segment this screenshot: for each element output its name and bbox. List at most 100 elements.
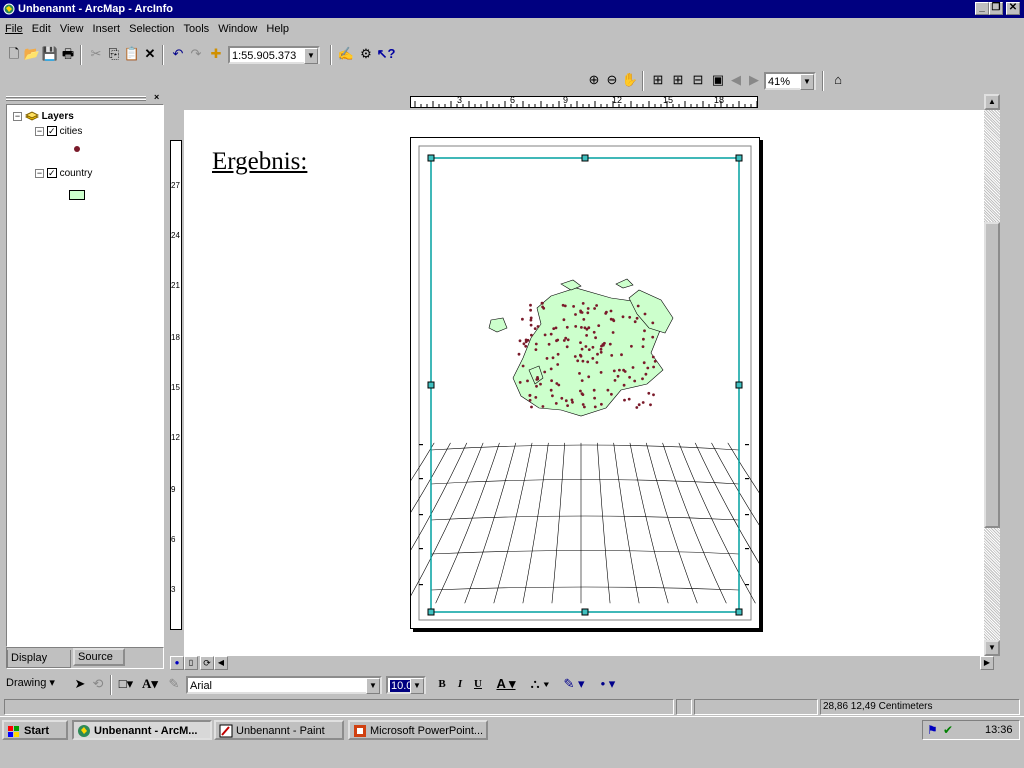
undo-icon[interactable]: ↶ bbox=[168, 44, 188, 64]
menu-help[interactable]: Help bbox=[263, 18, 292, 40]
fixed-zoom-out-icon[interactable]: ⊟ bbox=[688, 70, 708, 90]
minimize-button[interactable]: _ bbox=[975, 2, 989, 15]
menu-tools[interactable]: Tools bbox=[180, 18, 212, 40]
print-icon[interactable]: 🖶 bbox=[58, 44, 78, 64]
tab-display[interactable]: Display bbox=[7, 650, 71, 668]
selection-handle[interactable] bbox=[427, 608, 435, 616]
layout-view[interactable]: Ergebnis: bbox=[184, 110, 984, 656]
graticule-edge-label bbox=[543, 616, 553, 617]
add-data-icon[interactable]: ✚ bbox=[206, 44, 226, 64]
city-point bbox=[587, 375, 591, 379]
back-extent-icon[interactable]: ◀ bbox=[726, 70, 746, 90]
collapse-icon[interactable]: − bbox=[13, 112, 22, 121]
horizontal-scrollbar-track[interactable] bbox=[228, 656, 980, 670]
menu-file[interactable]: File bbox=[2, 18, 26, 40]
data-view-button[interactable]: ● bbox=[170, 656, 184, 670]
copy-icon[interactable]: ⎘ bbox=[104, 44, 124, 64]
tab-source[interactable]: Source bbox=[73, 648, 125, 666]
vertical-scrollbar[interactable]: ▲ ▼ bbox=[984, 94, 1000, 656]
scroll-right-button[interactable]: ▶ bbox=[980, 656, 994, 670]
rotate-icon[interactable]: ⟲ bbox=[88, 674, 108, 694]
new-document-icon[interactable]: 🗋 bbox=[4, 44, 24, 64]
scroll-thumb[interactable] bbox=[984, 222, 1000, 528]
new-text-icon[interactable]: A▾ bbox=[140, 674, 160, 694]
layout-heading[interactable]: Ergebnis: bbox=[212, 148, 307, 176]
arctoolbox-icon[interactable]: ⚙ bbox=[356, 44, 376, 64]
chevron-down-icon[interactable]: ▼ bbox=[800, 74, 814, 90]
cut-icon[interactable]: ✂ bbox=[86, 44, 106, 64]
edit-vertices-icon[interactable]: ✎ bbox=[164, 674, 184, 694]
chevron-down-icon[interactable]: ▼ bbox=[410, 678, 424, 694]
font-name-combo[interactable]: Arial ▼ bbox=[186, 676, 382, 694]
start-button[interactable]: Start bbox=[2, 720, 68, 740]
data-frame-map[interactable] bbox=[411, 138, 759, 628]
marker-color-icon[interactable]: • ▾ bbox=[594, 674, 622, 694]
whats-this-help-icon[interactable]: ↖? bbox=[376, 44, 396, 64]
selection-handle[interactable] bbox=[735, 381, 743, 389]
map-scale-combo[interactable]: 1:55.905.373 ▼ bbox=[228, 46, 320, 64]
close-button[interactable]: ✕ bbox=[1006, 2, 1020, 15]
menu-edit[interactable]: Edit bbox=[29, 18, 54, 40]
tray-icon[interactable]: ✔ bbox=[943, 723, 953, 737]
restore-button[interactable]: ❐ bbox=[989, 2, 1003, 15]
scroll-down-button[interactable]: ▼ bbox=[984, 640, 1000, 656]
layer-country[interactable]: − ✓ country bbox=[35, 168, 92, 179]
zoom-out-layout-icon[interactable]: ⊖ bbox=[602, 70, 622, 90]
taskbar-item-powerpoint[interactable]: Microsoft PowerPoint... bbox=[348, 720, 488, 740]
ruler-label: 3 bbox=[457, 95, 463, 105]
scroll-left-button[interactable]: ◀ bbox=[214, 656, 228, 670]
layer-visibility-checkbox[interactable]: ✓ bbox=[46, 126, 57, 136]
menu-view[interactable]: View bbox=[57, 18, 87, 40]
selection-handle[interactable] bbox=[735, 608, 743, 616]
chevron-down-icon[interactable]: ▼ bbox=[366, 678, 380, 694]
selection-handle[interactable] bbox=[581, 608, 589, 616]
layer-visibility-checkbox[interactable]: ✓ bbox=[46, 168, 57, 178]
font-color-icon[interactable]: A ▾ bbox=[492, 674, 520, 694]
menu-selection[interactable]: Selection bbox=[126, 18, 177, 40]
underline-button[interactable]: U bbox=[468, 674, 488, 694]
toc-root[interactable]: − Layers bbox=[13, 111, 74, 122]
menu-window[interactable]: Window bbox=[215, 18, 260, 40]
select-elements-icon[interactable]: ➤ bbox=[70, 674, 90, 694]
new-rectangle-icon[interactable]: □▾ bbox=[116, 674, 136, 694]
save-icon[interactable]: 💾 bbox=[40, 44, 60, 64]
drawing-menu[interactable]: Drawing ▾ bbox=[6, 676, 55, 689]
open-folder-icon[interactable]: 📂 bbox=[22, 44, 42, 64]
layer-cities[interactable]: − ✓ cities bbox=[35, 126, 82, 137]
redo-icon[interactable]: ↷ bbox=[186, 44, 206, 64]
paste-icon[interactable]: 📋 bbox=[122, 44, 142, 64]
collapse-icon[interactable]: − bbox=[35, 169, 44, 178]
collapse-icon[interactable]: − bbox=[35, 127, 44, 136]
chevron-down-icon[interactable]: ▼ bbox=[304, 48, 318, 64]
close-icon[interactable]: × bbox=[154, 92, 159, 102]
taskbar-item-paint[interactable]: Unbenannt - Paint bbox=[214, 720, 344, 740]
toggle-draft-mode-icon[interactable]: ⌂ bbox=[828, 70, 848, 90]
zoom-100-icon[interactable]: ▣ bbox=[708, 70, 728, 90]
fill-color-icon[interactable]: ⛬ ▾ bbox=[526, 674, 554, 694]
forward-extent-icon[interactable]: ▶ bbox=[744, 70, 764, 90]
menu-insert[interactable]: Insert bbox=[90, 18, 124, 40]
fixed-zoom-in-icon[interactable]: ⊞ bbox=[668, 70, 688, 90]
zoom-percent-combo[interactable]: 41% ▼ bbox=[764, 72, 816, 90]
city-point bbox=[621, 315, 625, 319]
pan-layout-icon[interactable]: ✋ bbox=[620, 70, 640, 90]
bold-button[interactable]: B bbox=[432, 674, 452, 694]
tray-icon[interactable]: ⚑ bbox=[927, 723, 938, 737]
taskbar-item-arcmap[interactable]: Unbenannt - ArcM... bbox=[72, 720, 212, 740]
line-color-icon[interactable]: ✎ ▾ bbox=[560, 674, 588, 694]
italic-button[interactable]: I bbox=[450, 674, 470, 694]
editor-toolbar-icon[interactable]: ✍ bbox=[336, 44, 356, 64]
selection-handle[interactable] bbox=[427, 154, 435, 162]
toc-titlebar[interactable]: × bbox=[4, 92, 166, 102]
zoom-in-layout-icon[interactable]: ⊕ bbox=[584, 70, 604, 90]
title-bar[interactable]: Unbenannt - ArcMap - ArcInfo _ ❐ ✕ bbox=[0, 0, 1024, 18]
refresh-view-button[interactable]: ⟳ bbox=[200, 656, 214, 670]
selection-handle[interactable] bbox=[581, 154, 589, 162]
zoom-whole-page-icon[interactable]: ⊞ bbox=[648, 70, 668, 90]
font-size-combo[interactable]: 10.0 ▼ bbox=[386, 676, 426, 694]
delete-icon[interactable]: ✕ bbox=[140, 44, 160, 64]
layout-view-button[interactable]: ▯ bbox=[184, 656, 198, 670]
scroll-up-button[interactable]: ▲ bbox=[984, 94, 1000, 110]
selection-handle[interactable] bbox=[427, 381, 435, 389]
selection-handle[interactable] bbox=[735, 154, 743, 162]
